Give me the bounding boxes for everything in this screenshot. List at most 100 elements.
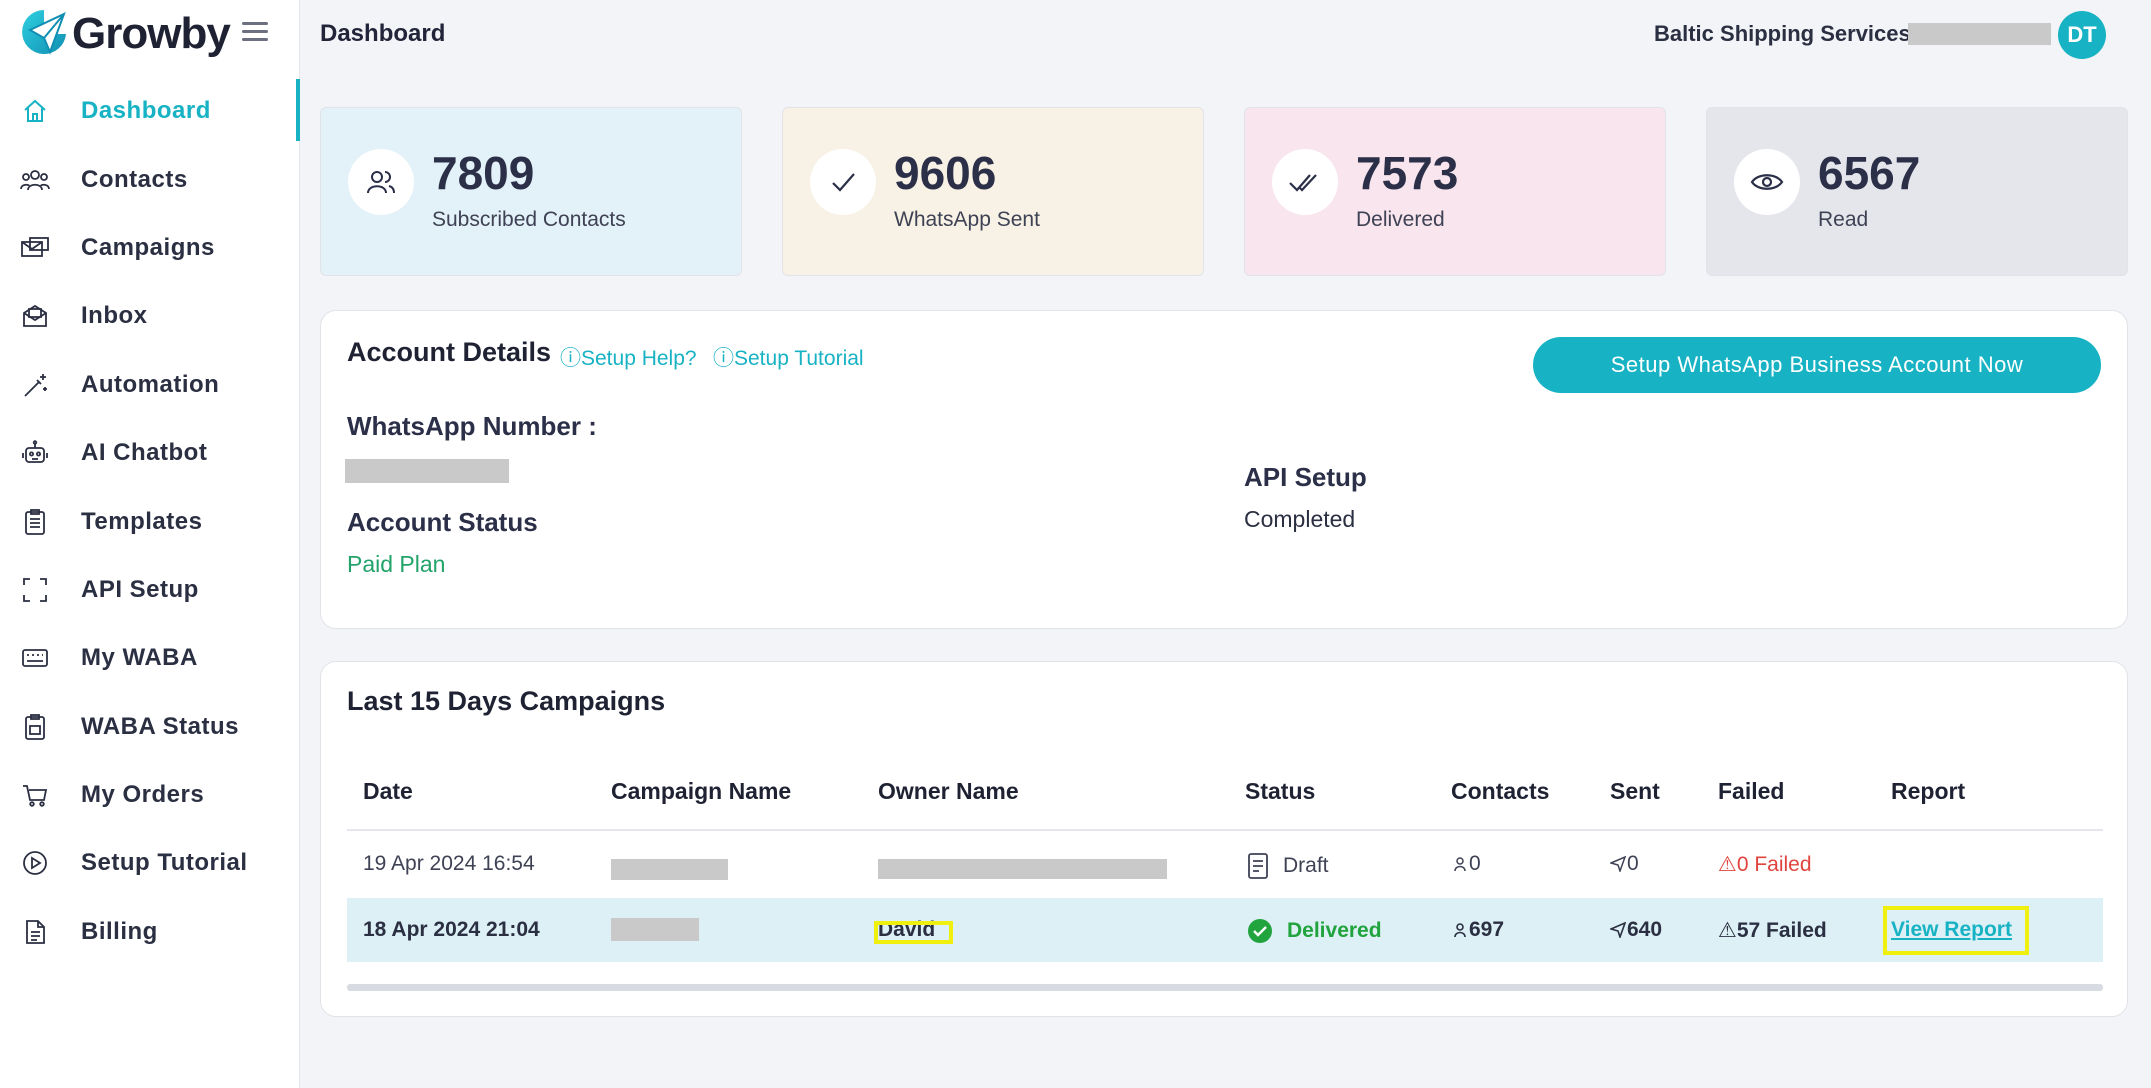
clipboard-status-icon <box>20 712 50 742</box>
stat-value: 7809 <box>432 147 535 199</box>
send-icon <box>1610 856 1626 872</box>
cell-failed: ⚠ 57 Failed <box>1718 918 1827 943</box>
campaigns-panel: Last 15 Days Campaigns Date Campaign Nam… <box>320 661 2128 1017</box>
double-check-icon <box>1272 149 1338 215</box>
robot-icon <box>20 438 50 468</box>
sidebar-item-campaigns[interactable]: Campaigns <box>0 214 300 282</box>
stat-card-subscribed-contacts: 7809 Subscribed Contacts <box>320 107 742 276</box>
account-details-panel: Account Details ⓘSetup Help? ⓘSetup Tuto… <box>320 310 2128 629</box>
cell-sent: 0 <box>1610 852 1639 876</box>
org-name: Baltic Shipping Services - <box>1654 21 1925 46</box>
user-icon <box>1454 923 1466 938</box>
setup-help-link[interactable]: ⓘSetup Help? <box>560 342 697 372</box>
column-header-date[interactable]: Date <box>363 778 413 805</box>
sidebar-item-waba-status[interactable]: WABA Status <box>0 693 300 761</box>
warning-icon: ⚠ <box>1718 919 1737 942</box>
check-icon <box>810 149 876 215</box>
column-header-owner-name[interactable]: Owner Name <box>878 778 1019 805</box>
campaigns-icon <box>20 233 50 263</box>
sent-count: 640 <box>1627 918 1663 941</box>
cell-status: Draft <box>1247 852 1329 880</box>
setup-tutorial-label: Setup Tutorial <box>734 347 864 370</box>
cell-date: 18 Apr 2024 21:04 <box>363 918 540 941</box>
api-setup-value: Completed <box>1244 506 1356 532</box>
cart-icon <box>20 780 50 810</box>
sidebar-item-label: Dashboard <box>81 97 211 125</box>
sidebar-item-my-waba[interactable]: My WABA <box>0 624 300 692</box>
info-icon: ⓘ <box>713 347 734 370</box>
status-text: Draft <box>1283 854 1329 877</box>
play-circle-icon <box>20 848 50 878</box>
sidebar-item-label: My WABA <box>81 644 198 672</box>
stat-card-whatsapp-sent: 9606 WhatsApp Sent <box>782 107 1204 276</box>
info-icon: ⓘ <box>560 347 581 370</box>
inbox-icon <box>20 301 50 331</box>
sidebar-item-dashboard[interactable]: Dashboard <box>0 77 300 145</box>
stat-label: WhatsApp Sent <box>894 208 1040 231</box>
redacted-campaign-name <box>611 859 728 880</box>
setup-whatsapp-business-button[interactable]: Setup WhatsApp Business Account Now <box>1533 337 2101 393</box>
sidebar-nav: Dashboard Contacts Campaigns Inbox Autom… <box>0 77 300 966</box>
redacted-org-name <box>1908 23 2051 45</box>
sidebar: Growby Dashboard Contacts Campaigns Inbo… <box>0 0 300 1088</box>
highlight-box-owner <box>874 921 953 944</box>
users-icon <box>20 165 50 195</box>
sidebar-item-ai-chatbot[interactable]: AI Chatbot <box>0 419 300 487</box>
sidebar-item-automation[interactable]: Automation <box>0 351 300 419</box>
cell-date: 19 Apr 2024 16:54 <box>363 852 535 875</box>
setup-tutorial-link[interactable]: ⓘSetup Tutorial <box>713 342 864 372</box>
column-header-campaign-name[interactable]: Campaign Name <box>611 778 791 805</box>
sidebar-item-contacts[interactable]: Contacts <box>0 145 300 213</box>
clipboard-icon <box>20 507 50 537</box>
sidebar-item-label: My Orders <box>81 781 205 809</box>
sidebar-item-api-setup[interactable]: API Setup <box>0 556 300 624</box>
table-row[interactable]: 19 Apr 2024 16:54 Draft 0 0 ⚠ 0 Failed <box>347 832 2103 896</box>
hamburger-icon[interactable] <box>242 22 268 42</box>
account-status-label: Account Status <box>347 507 538 537</box>
warning-icon: ⚠ <box>1718 853 1737 876</box>
keyboard-icon <box>20 643 50 673</box>
check-circle-icon <box>1248 919 1272 943</box>
stat-label: Delivered <box>1356 208 1445 231</box>
brand-name: Growby <box>72 9 231 58</box>
sidebar-item-label: API Setup <box>81 575 199 603</box>
account-details-title: Account Details <box>347 337 552 367</box>
table-header-divider <box>347 829 2103 831</box>
column-header-report[interactable]: Report <box>1891 778 1965 805</box>
users-icon <box>348 149 414 215</box>
column-header-sent[interactable]: Sent <box>1610 778 1660 805</box>
avatar[interactable]: DT <box>2058 11 2106 59</box>
table-row[interactable]: 18 Apr 2024 21:04 David Delivered 697 64… <box>347 898 2103 962</box>
sidebar-item-billing[interactable]: Billing <box>0 898 300 966</box>
cell-contacts: 697 <box>1453 918 1504 942</box>
failed-count: 57 Failed <box>1736 918 1827 942</box>
stat-value: 6567 <box>1818 147 1921 199</box>
sidebar-item-my-orders[interactable]: My Orders <box>0 761 300 829</box>
sidebar-item-label: AI Chatbot <box>81 439 208 467</box>
paper-plane-logo <box>22 10 66 55</box>
stat-label: Read <box>1818 208 1869 231</box>
document-icon <box>20 917 50 947</box>
brand[interactable]: Growby <box>20 6 231 62</box>
sidebar-item-templates[interactable]: Templates <box>0 487 300 555</box>
sidebar-item-label: Inbox <box>81 302 148 330</box>
horizontal-scrollbar[interactable] <box>347 984 2103 991</box>
cell-sent: 640 <box>1610 918 1662 942</box>
magic-wand-icon <box>20 370 50 400</box>
account-status-value: Paid Plan <box>347 551 446 577</box>
column-header-status[interactable]: Status <box>1245 778 1315 805</box>
sidebar-item-label: Automation <box>81 370 220 398</box>
contacts-count: 697 <box>1469 918 1505 941</box>
user-icon <box>1454 857 1466 872</box>
column-header-failed[interactable]: Failed <box>1718 778 1784 805</box>
sent-count: 0 <box>1627 852 1639 875</box>
draft-icon <box>1248 853 1268 879</box>
sidebar-item-label: Setup Tutorial <box>81 849 248 877</box>
scan-frame-icon <box>20 575 50 605</box>
stat-card-read: 6567 Read <box>1706 107 2128 276</box>
sidebar-item-setup-tutorial[interactable]: Setup Tutorial <box>0 829 300 897</box>
eye-icon <box>1734 149 1800 215</box>
contacts-count: 0 <box>1469 852 1481 875</box>
column-header-contacts[interactable]: Contacts <box>1451 778 1549 805</box>
sidebar-item-inbox[interactable]: Inbox <box>0 282 300 350</box>
